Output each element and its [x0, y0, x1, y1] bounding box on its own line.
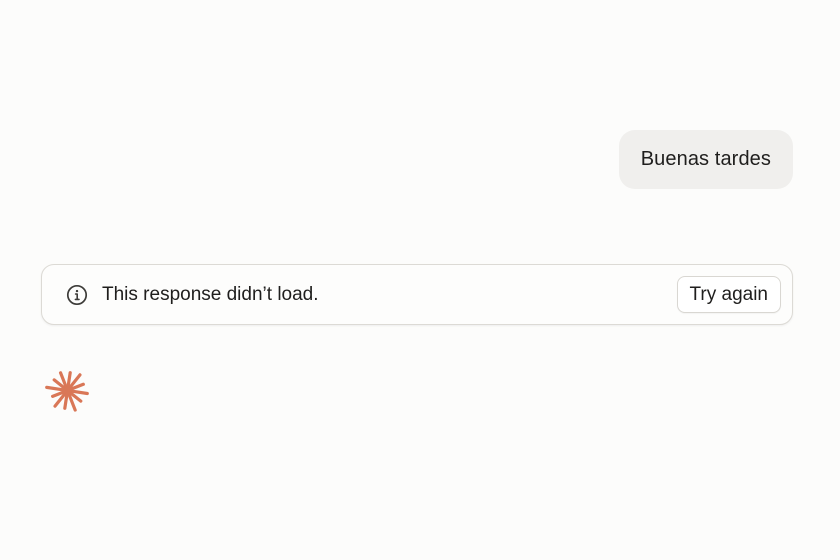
response-error-banner: This response didn’t load. Try again: [41, 264, 793, 325]
info-icon: [66, 284, 88, 306]
error-message: This response didn’t load.: [102, 283, 319, 305]
spark-logo-icon: [45, 371, 89, 412]
try-again-button[interactable]: Try again: [676, 276, 781, 313]
chat-page: Buenas tardes This response didn’t load.…: [0, 0, 840, 560]
user-message-bubble: Buenas tardes: [618, 130, 793, 189]
top-fade: [0, 0, 840, 30]
user-message-text: Buenas tardes: [640, 148, 771, 170]
